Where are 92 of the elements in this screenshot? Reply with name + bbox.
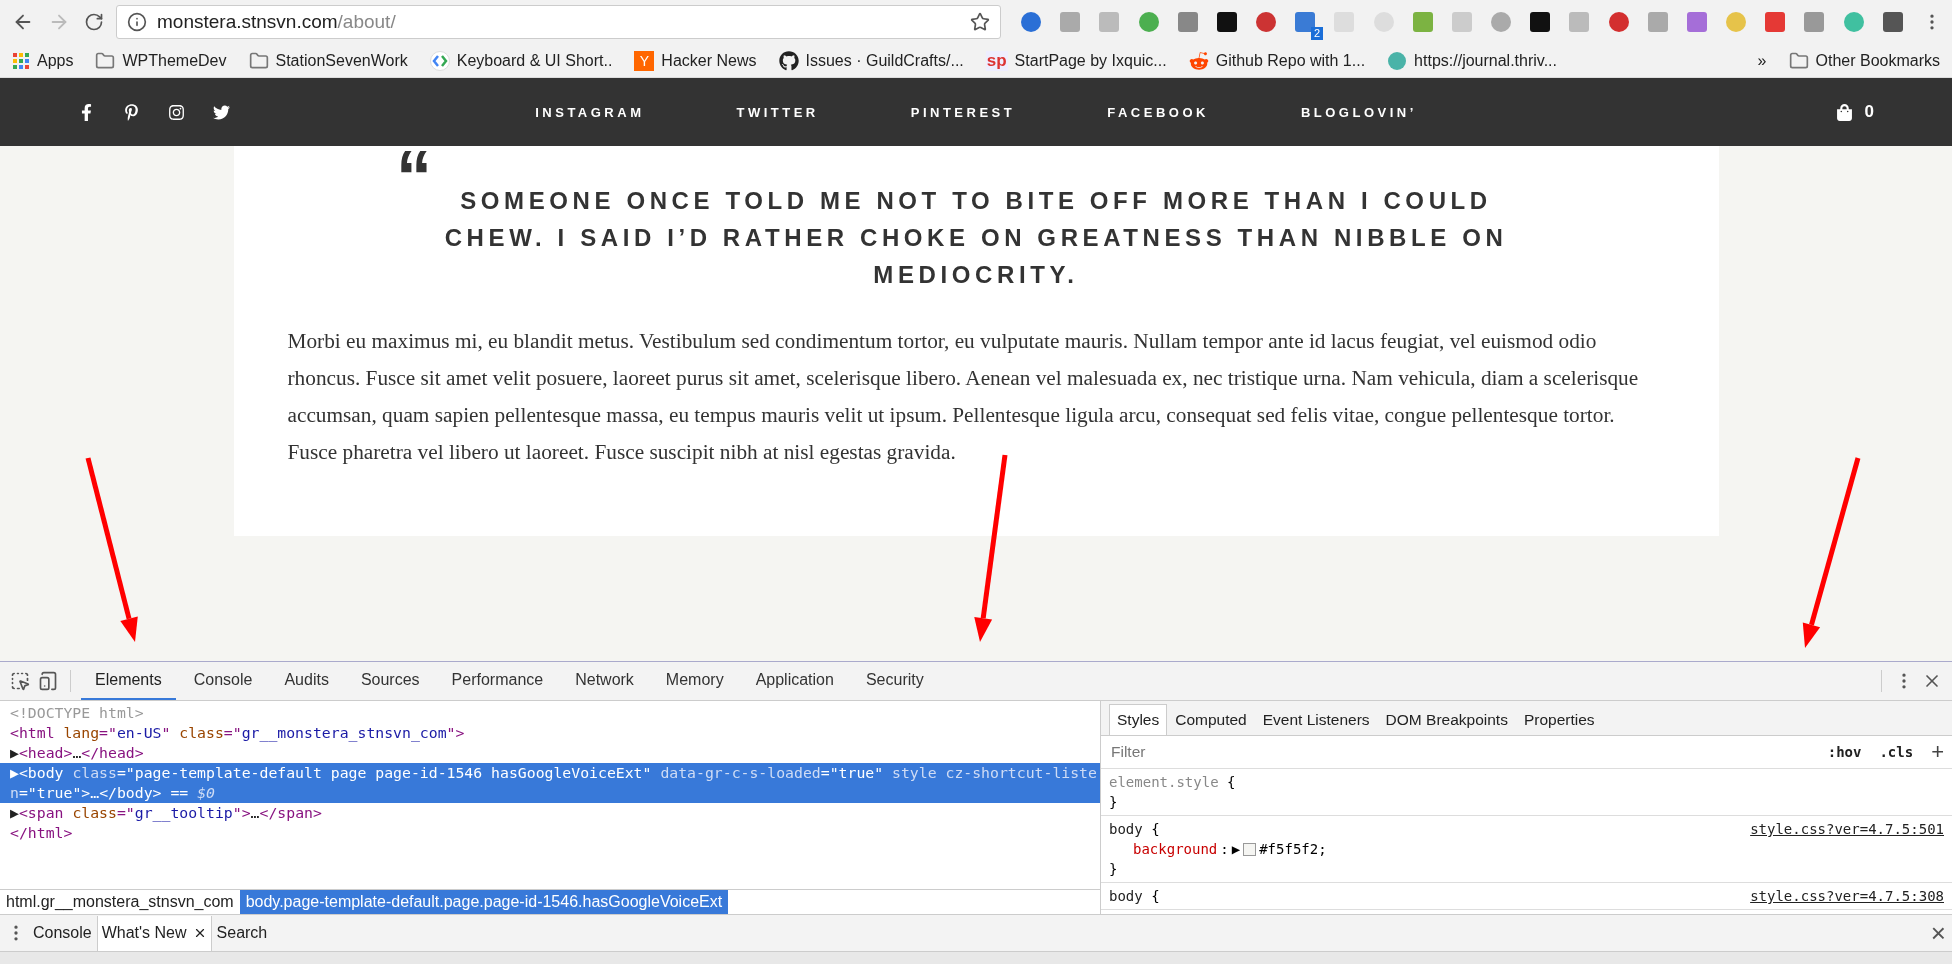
- sidebar-tab[interactable]: Styles: [1109, 704, 1168, 735]
- devtools-tab[interactable]: Sources: [346, 662, 434, 700]
- dom-node-line[interactable]: <html lang="en-US" class="gr__monstera_stnsvn_com">: [0, 723, 1100, 743]
- sidebar-tab[interactable]: DOM Breakpoints: [1377, 704, 1516, 735]
- dom-node-line[interactable]: </html>: [0, 823, 1100, 843]
- bookmark-label: StartPage by Ixquic...: [1014, 51, 1167, 70]
- bookmark-label: https://journal.thriv...: [1414, 51, 1557, 70]
- apps-grid-icon: [12, 51, 30, 70]
- info-icon: [127, 12, 147, 32]
- dom-node-line[interactable]: ▶<head>…</head>: [0, 743, 1100, 763]
- drawer-tab[interactable]: What's New: [96, 915, 212, 951]
- devtools-tab[interactable]: Network: [561, 662, 648, 700]
- bookmark-label: WPThemeDev: [122, 51, 227, 70]
- source-link[interactable]: style.css?ver=4.7.5:308: [1750, 886, 1944, 906]
- bookmark-label: Other Bookmarks: [1815, 51, 1940, 70]
- breadcrumb[interactable]: html.gr__monstera_stnsvn_com: [0, 890, 240, 914]
- bookmark-link[interactable]: WPThemeDev: [95, 50, 227, 71]
- bookmark-link[interactable]: Apps: [12, 51, 74, 70]
- cart-count: 0: [1864, 102, 1874, 122]
- sidebar-tab[interactable]: Event Listeners: [1254, 704, 1378, 735]
- property-name: background: [1133, 840, 1218, 859]
- folder-icon: [248, 50, 269, 71]
- class-toggle[interactable]: .cls: [1879, 744, 1914, 760]
- devtools-tab[interactable]: Console: [179, 662, 267, 700]
- property-value: #f5f5f2;: [1259, 840, 1327, 859]
- dom-node-line[interactable]: ▶<span class="gr__tooltip">…</span>: [0, 803, 1100, 823]
- devtools-tab[interactable]: Performance: [437, 662, 558, 700]
- bookmark-label: Keyboard & UI Short..: [456, 51, 613, 70]
- devtools-tab[interactable]: Security: [851, 662, 938, 700]
- url-path: /about/: [337, 11, 396, 33]
- bookmark-link[interactable]: Keyboard & UI Short..: [429, 50, 613, 71]
- bookmark-star-icon[interactable]: [970, 12, 990, 32]
- colorful-chevrons-icon: [429, 50, 450, 71]
- nav-link[interactable]: BLOGLOVIN’: [1300, 104, 1417, 120]
- devtools-tab[interactable]: Elements: [81, 662, 176, 700]
- bookmark-link[interactable]: https://journal.thriv...: [1387, 50, 1557, 71]
- sidebar-tab[interactable]: Properties: [1515, 704, 1603, 735]
- leaf-icon: [1387, 50, 1408, 71]
- extension-icon[interactable]: [1216, 12, 1237, 32]
- nav-link[interactable]: TWITTER: [736, 104, 819, 120]
- url-host: monstera.stnsvn.com: [157, 11, 338, 33]
- rule-selector: body {: [1109, 820, 1160, 839]
- address-bar[interactable]: monstera.stnsvn.com/about/: [116, 5, 1001, 39]
- rule-selector: body {: [1109, 887, 1160, 906]
- octocat-icon: [778, 50, 799, 71]
- rule-selector: element.style {: [1109, 773, 1236, 792]
- bookmark-label: Github Repo with 1...: [1215, 51, 1366, 70]
- sp-logo-icon: sp: [985, 50, 1008, 71]
- drawer-tab[interactable]: Search: [211, 915, 273, 951]
- devtools-tab[interactable]: Memory: [651, 662, 738, 700]
- bookmark-label: StationSevenWork: [275, 51, 408, 70]
- bookmark-link[interactable]: Issues · GuildCrafts/...: [778, 50, 964, 71]
- y-logo-icon: Y: [634, 50, 655, 71]
- breadcrumb[interactable]: body.page-template-default.page.page-id-1546.hasGoogleVoiceExt: [239, 890, 729, 914]
- nav-link[interactable]: INSTAGRAM: [535, 104, 645, 120]
- quote-mark: “: [396, 146, 432, 182]
- shopping-bag-icon[interactable]: [1835, 103, 1853, 121]
- bookmark-label: Issues · GuildCrafts/...: [805, 51, 964, 70]
- nav-link[interactable]: FACEBOOK: [1107, 104, 1209, 120]
- twitter-icon[interactable]: [213, 103, 230, 121]
- property-colon: :: [1220, 840, 1229, 859]
- rule-close-brace: }: [1109, 793, 1119, 812]
- alien-icon: [1188, 50, 1209, 71]
- drawer-tab[interactable]: Console: [28, 915, 97, 951]
- devtools-tab[interactable]: Audits: [270, 662, 343, 700]
- expand-arrow[interactable]: ▶: [1231, 839, 1241, 859]
- add-rule-button[interactable]: +: [1931, 739, 1944, 765]
- drawer-close-button[interactable]: ×: [1928, 918, 1948, 948]
- hover-state-toggle[interactable]: :hov: [1827, 744, 1862, 760]
- extension-badge: 2: [1311, 27, 1324, 40]
- rule-close-brace: }: [1109, 860, 1119, 879]
- bookmark-label: Apps: [37, 51, 74, 70]
- sidebar-tab[interactable]: Computed: [1167, 704, 1255, 735]
- body-paragraph: Morbi eu maximus mi, eu blandit metus. Vestibulum sed condimentum tortor, eu vulputate mauris. Nullam tempor ante id lacus feugiat, vel euismod odio rhoncus. Fusce sit amet velit posuere, laoreet purus sit amet, scelerisque libero. Aenean vel malesuada ex, nec tristique urna. Nam vehicula, diam a scelerisque accumsan, quam sapien pellentesque massa, eu tempus mauris velit ut ipsum. Pellentesque ligula arcu, consequat sed felis vitae, congue pellentesque tortor. Fusce pharetra vel libero ut laoreet. Fusce suscipit nibh at nisl egestas gravida.: [287, 328, 1640, 466]
- source-link[interactable]: style.css?ver=4.7.5:501: [1750, 819, 1944, 839]
- folder-icon: [1788, 50, 1809, 71]
- nav-link[interactable]: PINTEREST: [910, 104, 1016, 120]
- pinterest-icon[interactable]: [123, 103, 140, 121]
- other-bookmarks[interactable]: Other Bookmarks: [1788, 50, 1940, 71]
- bookmark-link[interactable]: StationSevenWork: [248, 50, 408, 71]
- extension-icon[interactable]: [1882, 12, 1903, 32]
- devtools-tab[interactable]: Application: [741, 662, 848, 700]
- bookmark-link[interactable]: Y Hacker News: [634, 50, 757, 71]
- bookmark-label: Hacker News: [661, 51, 757, 70]
- bookmarks-overflow[interactable]: »: [1757, 51, 1767, 70]
- bookmark-link[interactable]: sp StartPage by Ixquic...: [985, 50, 1167, 71]
- folder-icon: [95, 50, 116, 71]
- instagram-icon[interactable]: [168, 103, 185, 121]
- pull-quote: SOMEONE ONCE TOLD ME NOT TO BITE OFF MORE THAN I COULD CHEW. I SAID I’D RATHER CHOKE ON GREATNESS THAN NIBBLE ON MEDIOCRITY.: [443, 186, 1509, 290]
- bookmark-link[interactable]: Github Repo with 1...: [1188, 50, 1366, 71]
- extension-icon[interactable]: [1530, 12, 1551, 32]
- color-swatch[interactable]: [1243, 842, 1257, 856]
